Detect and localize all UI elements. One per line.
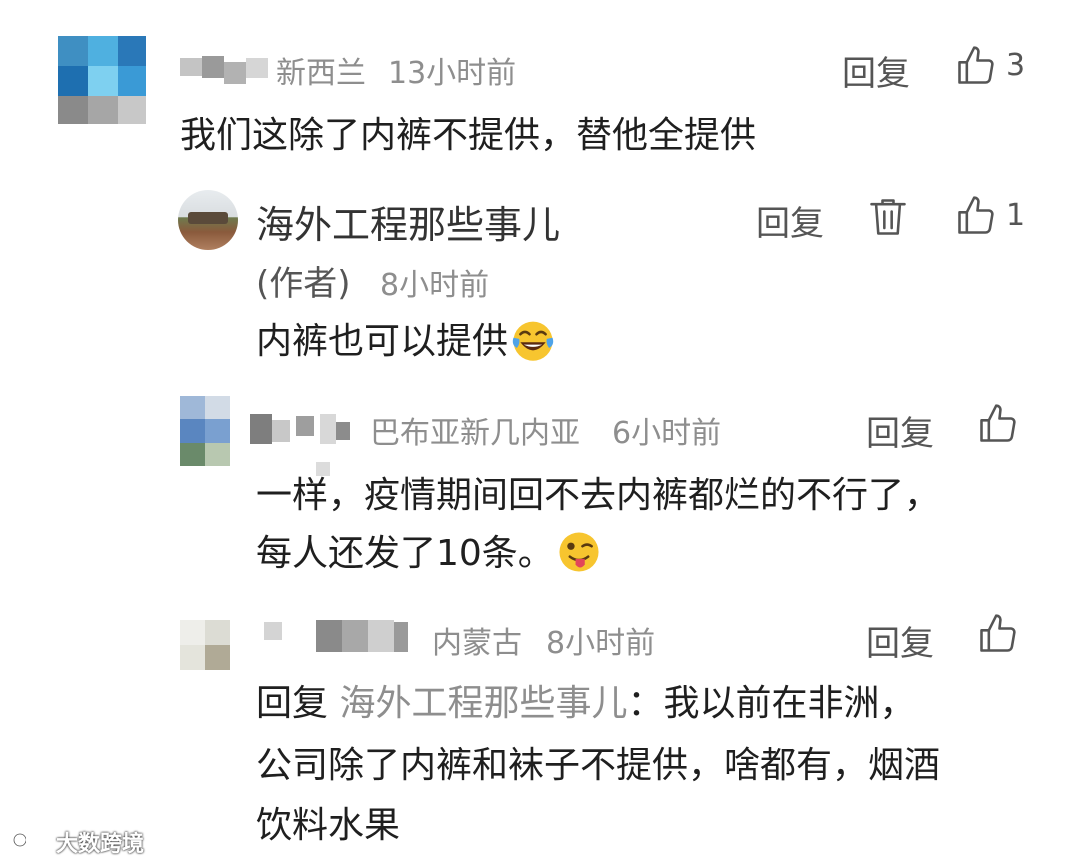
avatar[interactable] [180,396,230,466]
like-button[interactable] [976,612,1024,658]
like-button[interactable]: 1 [954,194,1034,240]
like-count: 1 [1006,198,1026,233]
comment-text: 我们这除了内裤不提供，替他全提供 [180,115,757,156]
winking-tongue-emoji [559,532,599,572]
reply-button[interactable]: 回复 [866,616,934,665]
avatar[interactable] [58,36,146,124]
username-blurred[interactable] [264,616,414,656]
tears-of-joy-emoji [512,321,554,361]
comment-text-line: 饮料水果 [256,805,401,846]
trash-icon[interactable] [866,194,910,240]
mention-link[interactable]: 海外工程那些事儿 [339,683,627,724]
comment-text: 内裤也可以提供 [256,312,556,372]
comment-text-line: 回复 海外工程那些事儿：我以前在非洲， [256,683,916,724]
comment-location: 内蒙古 [432,626,522,661]
comment-time: 8小时前 [380,268,490,303]
username-blurred[interactable] [180,52,270,86]
reply-button[interactable]: 回复 [842,46,910,95]
comment-text-line: 公司除了内裤和袜子不提供，啥都有，烟酒 [256,745,941,786]
watermark-logo-icon [12,832,50,848]
reply-button[interactable]: 回复 [756,196,824,245]
thumbs-up-icon [980,404,1016,442]
comment-text-line: 一样，疫情期间回不去内裤都烂的不行了， [256,475,941,516]
watermark-text: 大数跨境 [56,832,145,857]
like-button[interactable] [976,402,1024,448]
reply-button[interactable]: 回复 [866,406,934,455]
comment-time: 6小时前 [612,416,722,451]
author-name[interactable]: 海外工程那些事儿 [256,194,560,249]
thumbs-up-icon [980,614,1016,652]
comment-time: 8小时前 [546,626,656,661]
comment-location: 巴布亚新几内亚 [370,416,580,451]
like-count: 3 [1006,48,1026,83]
comment-location: 新西兰 [276,56,366,91]
thumbs-up-icon [958,196,994,234]
like-button[interactable]: 3 [954,44,1034,90]
thumbs-up-icon [958,46,994,84]
avatar[interactable] [178,190,238,250]
avatar[interactable] [180,620,230,670]
comment-time: 13小时前 [388,56,517,91]
comment-text-line: 每人还发了10条。 [256,524,602,584]
username-blurred[interactable] [250,410,360,446]
author-tag: (作者) [256,264,351,304]
reply-prefix: 回复 [256,683,329,724]
